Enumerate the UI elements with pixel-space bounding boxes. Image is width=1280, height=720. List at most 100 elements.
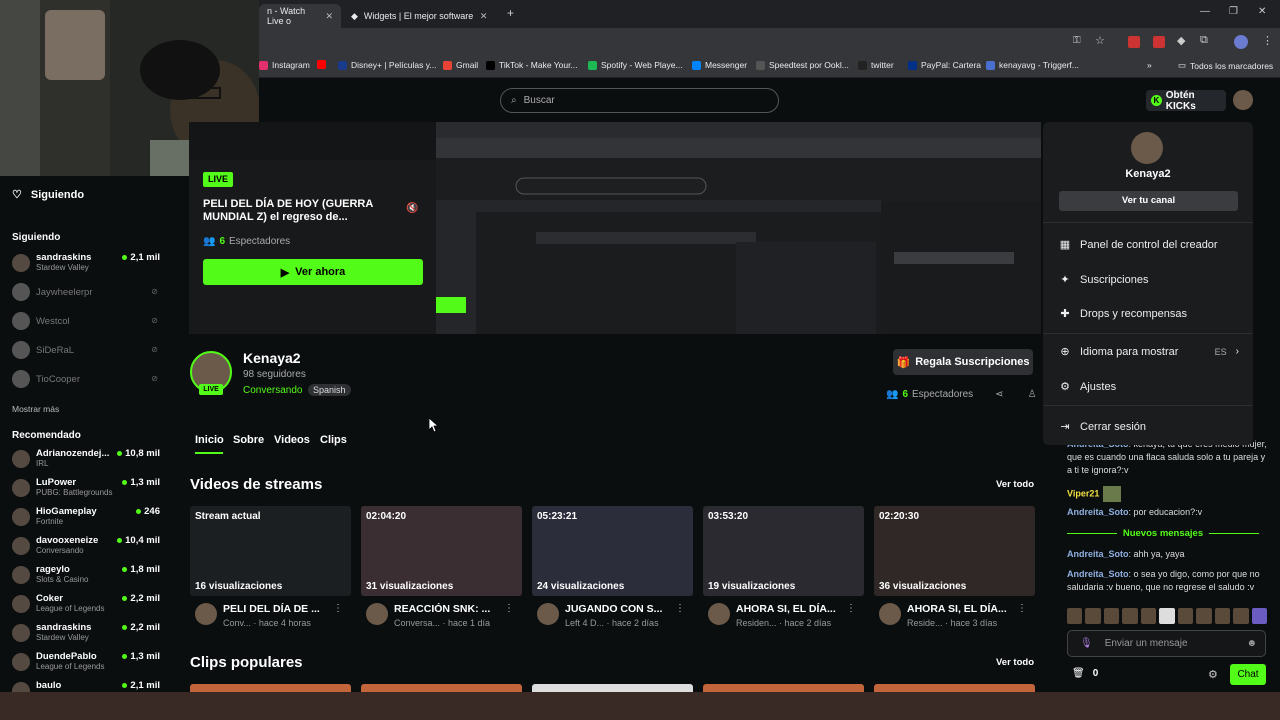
sidebar-channel[interactable]: sandraskins Stardew Valley 2,1 mil bbox=[12, 252, 160, 278]
video-thumbnail[interactable]: 05:23:21 24 visualizaciones bbox=[532, 506, 693, 596]
menu-item-drops[interactable]: ✚ Drops y recompensas bbox=[1059, 307, 1187, 321]
bookmark-item[interactable]: twitter bbox=[858, 60, 894, 70]
show-more-link[interactable]: Mostrar más bbox=[12, 404, 59, 414]
sidebar-channel[interactable]: Adrianozendej... IRL 10,8 mil bbox=[12, 448, 160, 474]
channel-name[interactable]: Kenaya2 bbox=[243, 350, 301, 366]
bookmark-item[interactable]: Gmail bbox=[443, 60, 478, 70]
browser-tab-widgets[interactable]: ◆ Widgets | El mejor software pa ✕ bbox=[343, 4, 503, 28]
minimize-icon[interactable]: — bbox=[1200, 6, 1210, 17]
all-bookmarks-folder[interactable]: ▭ Todos los marcadores bbox=[1178, 60, 1273, 71]
sidebar-channel[interactable]: sandraskins Stardew Valley 2,2 mil bbox=[12, 622, 160, 648]
video-card[interactable]: 05:23:21 24 visualizaciones JUGANDO CON S.… bbox=[532, 506, 693, 628]
sidebar-channel[interactable]: HioGameplay Fortnite 246 bbox=[12, 506, 160, 532]
channel-category[interactable]: Conversando bbox=[243, 385, 302, 396]
more-options-icon[interactable]: ⋮ bbox=[504, 603, 514, 614]
video-channel-avatar[interactable] bbox=[708, 603, 730, 625]
more-options-icon[interactable]: ⋮ bbox=[1017, 603, 1027, 614]
emote-row[interactable] bbox=[1067, 608, 1267, 624]
menu-item-logout[interactable]: ⇥ Cerrar sesión bbox=[1059, 420, 1146, 434]
video-category[interactable]: Reside... bbox=[907, 618, 943, 628]
sidebar-channel[interactable]: davooxeneize Conversando 10,4 mil bbox=[12, 535, 160, 561]
close-tab-icon[interactable]: ✕ bbox=[325, 11, 333, 22]
sidebar-channel[interactable]: LuPower PUBG: Battlegrounds 1,3 mil bbox=[12, 477, 160, 503]
video-card[interactable]: 02:20:30 36 visualizaciones AHORA SI, EL D… bbox=[874, 506, 1035, 628]
video-card[interactable]: 03:53:20 19 visualizaciones AHORA SI, EL D… bbox=[703, 506, 864, 628]
get-kicks-button[interactable]: K Obtén KICKs bbox=[1146, 90, 1226, 112]
video-title[interactable]: JUGANDO CON S... bbox=[565, 603, 683, 615]
chat-username[interactable]: Andreita_Soto bbox=[1067, 549, 1129, 559]
share-icon[interactable]: ⋖ bbox=[995, 389, 1003, 400]
follow-user-icon[interactable]: ♙ bbox=[1028, 389, 1037, 400]
send-chat-button[interactable]: Chat bbox=[1230, 664, 1266, 685]
video-title[interactable]: AHORA SI, EL DÍA... bbox=[736, 603, 854, 615]
microphone-icon[interactable]: 🎙 bbox=[1080, 638, 1093, 649]
more-options-icon[interactable]: ⋮ bbox=[675, 603, 685, 614]
search-input[interactable]: ⌕ Buscar bbox=[500, 88, 779, 113]
more-options-icon[interactable]: ⋮ bbox=[846, 603, 856, 614]
user-avatar[interactable] bbox=[1233, 90, 1253, 110]
bookmark-item[interactable]: Disney+ | Películas y... bbox=[338, 60, 436, 70]
sidebar-channel[interactable]: Coker League of Legends 2,2 mil bbox=[12, 593, 160, 619]
close-tab-icon[interactable]: ✕ bbox=[480, 11, 488, 22]
bookmark-item[interactable]: Messenger bbox=[692, 60, 747, 70]
tab-clips[interactable]: Clips bbox=[320, 434, 347, 446]
menu-item-settings[interactable]: ⚙ Ajustes bbox=[1059, 380, 1116, 394]
bookmark-item[interactable]: PayPal: Cartera bbox=[908, 60, 981, 70]
close-window-icon[interactable]: ✕ bbox=[1258, 6, 1266, 17]
menu-item-creator-dashboard[interactable]: ▦ Panel de control del creador bbox=[1059, 238, 1218, 252]
watch-now-button[interactable]: ▶ Ver ahora bbox=[203, 259, 423, 285]
extension-icon[interactable] bbox=[1153, 36, 1165, 48]
video-card[interactable]: Stream actual 16 visualizaciones PELI DEL … bbox=[190, 506, 351, 628]
sidebar-channel[interactable]: TioCooper ⊘ bbox=[12, 368, 160, 394]
following-header[interactable]: ♡ Siguiendo bbox=[12, 188, 84, 202]
chat-username[interactable]: Viper21 bbox=[1067, 488, 1099, 498]
tab-videos[interactable]: Videos bbox=[274, 434, 310, 446]
gift-subs-button[interactable]: 🎁 Regala Suscripciones bbox=[893, 349, 1033, 375]
maximize-icon[interactable]: ❐ bbox=[1229, 6, 1238, 17]
chat-username[interactable]: Andreita_Soto bbox=[1067, 507, 1129, 517]
video-category[interactable]: Left 4 D... bbox=[565, 618, 604, 628]
tab-inicio[interactable]: Inicio bbox=[195, 434, 224, 446]
sidebar-channel[interactable]: DuendePablo League of Legends 1,3 mil bbox=[12, 651, 160, 677]
video-category[interactable]: Residen... bbox=[736, 618, 777, 628]
tab-sobre[interactable]: Sobre bbox=[233, 434, 264, 446]
bookmark-item[interactable]: Spotify - Web Playe... bbox=[588, 60, 683, 70]
more-bookmarks-icon[interactable]: » bbox=[1147, 60, 1152, 70]
menu-icon[interactable]: ⋮ bbox=[1262, 34, 1273, 47]
chat-input[interactable]: 🎙 Enviar un mensaje ☻ bbox=[1067, 630, 1266, 657]
video-category[interactable]: Conversa... bbox=[394, 618, 440, 628]
extension-icon[interactable] bbox=[1128, 36, 1140, 48]
video-thumbnail[interactable]: 02:20:30 36 visualizaciones bbox=[874, 506, 1035, 596]
video-channel-avatar[interactable] bbox=[195, 603, 217, 625]
star-icon[interactable]: ☆ bbox=[1095, 34, 1105, 47]
menu-item-subscriptions[interactable]: ✦ Suscripciones bbox=[1059, 273, 1148, 287]
sidebar-channel[interactable]: rageylo Slots & Casino 1,8 mil bbox=[12, 564, 160, 590]
video-thumbnail[interactable]: 03:53:20 19 visualizaciones bbox=[703, 506, 864, 596]
chat-username[interactable]: Andreita_Soto bbox=[1067, 569, 1129, 579]
emoji-icon[interactable]: ☻ bbox=[1246, 638, 1257, 649]
bookmark-item[interactable]: Instagram bbox=[259, 60, 310, 70]
mute-icon[interactable]: 🔇 bbox=[406, 203, 418, 214]
video-card[interactable]: 02:04:20 31 visualizaciones REACCIÓN SNK: … bbox=[361, 506, 522, 628]
new-messages-divider[interactable]: Nuevos mensajes bbox=[1058, 528, 1268, 539]
video-title[interactable]: PELI DEL DÍA DE ... bbox=[223, 603, 341, 615]
language-tag[interactable]: Spanish bbox=[308, 384, 351, 396]
bookmark-item[interactable]: TikTok - Make Your... bbox=[486, 60, 578, 70]
video-title[interactable]: REACCIÓN SNK: ... bbox=[394, 603, 512, 615]
video-category[interactable]: Conv... bbox=[223, 618, 251, 628]
new-tab-button[interactable]: + bbox=[507, 6, 514, 20]
chat-settings-icon[interactable]: ⚙ bbox=[1208, 668, 1218, 681]
menu-item-language[interactable]: ⊕ Idioma para mostrar ES › bbox=[1059, 345, 1239, 359]
featured-video-preview[interactable] bbox=[436, 122, 1041, 334]
sidebar-channel[interactable]: Jaywheelerpr ⊘ bbox=[12, 281, 160, 307]
bookmark-item[interactable]: kenayavg - Triggerf... bbox=[986, 60, 1079, 70]
view-channel-button[interactable]: Ver tu canal bbox=[1059, 191, 1238, 211]
video-title[interactable]: AHORA SI, EL DÍA... bbox=[907, 603, 1025, 615]
bookmark-item[interactable]: Speedtest por Ookl... bbox=[756, 60, 849, 70]
clips-see-all-link[interactable]: Ver todo bbox=[996, 657, 1034, 668]
bookmark-item[interactable] bbox=[317, 60, 330, 69]
profile-icon[interactable] bbox=[1234, 35, 1248, 49]
browser-tab-active[interactable]: n - Watch Live o ✕ bbox=[259, 4, 341, 28]
video-thumbnail[interactable]: Stream actual 16 visualizaciones bbox=[190, 506, 351, 596]
videos-see-all-link[interactable]: Ver todo bbox=[996, 479, 1034, 490]
